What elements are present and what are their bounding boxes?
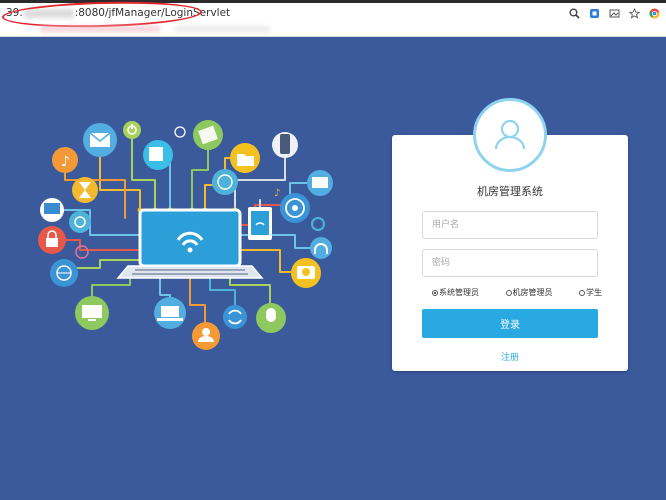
password-input[interactable]: [422, 249, 598, 277]
register-link[interactable]: 注册: [392, 350, 628, 363]
system-title: 机房管理系统: [477, 185, 543, 198]
chrome-icon[interactable]: [648, 7, 660, 19]
role-label: 学生: [586, 288, 602, 297]
svg-text:♪: ♪: [274, 188, 280, 199]
redacted-smudge: [175, 26, 270, 32]
login-card: 机房管理系统 系统管理员 机房管理员 学生 登录 注册: [392, 98, 628, 371]
svg-text:♪: ♪: [61, 154, 70, 170]
star-icon[interactable]: [628, 7, 640, 19]
user-icon: [494, 119, 526, 150]
radio-button[interactable]: [505, 289, 512, 296]
radio-button[interactable]: [579, 289, 585, 296]
zoom-icon[interactable]: [568, 7, 580, 19]
network-illustration: ♪ ♪: [38, 120, 333, 350]
user-avatar: [473, 98, 547, 172]
username-input[interactable]: [422, 211, 598, 239]
role-option-room-admin[interactable]: 机房管理员: [505, 287, 553, 298]
role-label: 机房管理员: [512, 288, 553, 297]
login-button[interactable]: 登录: [422, 309, 598, 338]
browser-toolbar: 39.:8080/jfManager/LoginServlet: [0, 0, 666, 37]
role-option-system-admin[interactable]: 系统管理员: [432, 287, 479, 298]
role-label: 系统管理员: [439, 288, 479, 297]
role-option-student[interactable]: 学生: [579, 287, 602, 298]
redacted-smudge: [40, 26, 160, 32]
shield-icon[interactable]: [588, 7, 600, 19]
image-icon[interactable]: [608, 7, 620, 19]
role-selector: 系统管理员 机房管理员 学生: [432, 287, 602, 298]
radio-button-selected[interactable]: [432, 289, 438, 296]
